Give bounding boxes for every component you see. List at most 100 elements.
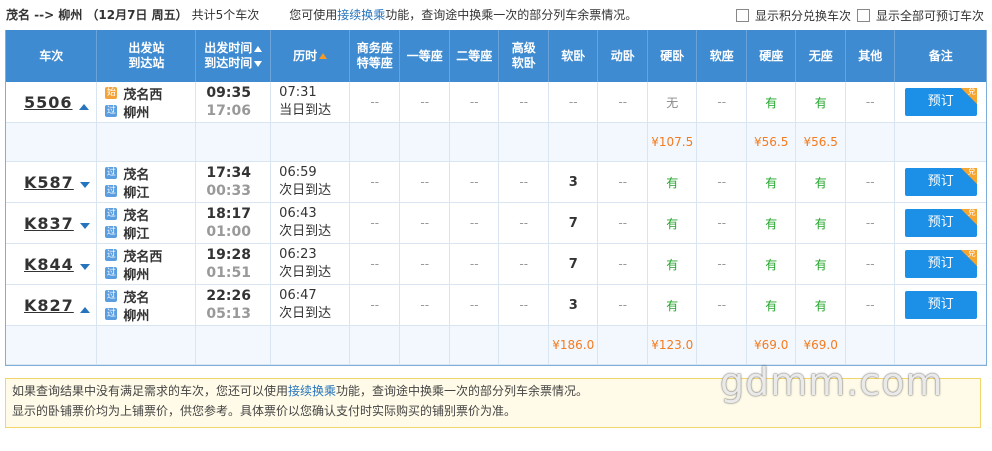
transfer-link[interactable]: 接续换乘 <box>337 8 385 22</box>
arrive-station: 柳州 <box>123 267 150 283</box>
col-second-class: 二等座 <box>449 30 500 82</box>
seat-availability: 3 <box>568 174 578 190</box>
train-number-link[interactable]: 5506 <box>24 93 73 112</box>
seat-soft-seat: -- <box>696 243 747 285</box>
seat-availability: -- <box>469 216 479 230</box>
seat-availability: 有 <box>666 216 679 231</box>
expand-stops-icon[interactable] <box>79 222 90 229</box>
checkbox-label: 显示全部可预订车次 <box>876 9 985 23</box>
col-soft-seat: 软座 <box>696 30 747 82</box>
seat-availability: -- <box>568 95 578 109</box>
seat-hard-seat: 有 <box>746 82 797 123</box>
price-business <box>349 122 401 162</box>
expand-stops-icon[interactable] <box>79 263 90 270</box>
book-button[interactable]: 预订 兑 <box>904 167 977 196</box>
price-adv-soft-sleeper <box>498 122 549 162</box>
times-cell: 22:26 05:13 <box>195 284 272 326</box>
seat-availability: -- <box>370 175 380 189</box>
seat-availability: -- <box>469 175 479 189</box>
seat-availability: -- <box>618 298 628 312</box>
seat-availability: -- <box>865 95 875 109</box>
seat-second: -- <box>449 161 500 203</box>
watermark: gdmm.com <box>720 360 944 404</box>
train-number-link[interactable]: K844 <box>24 255 74 274</box>
duration: 06:47 <box>279 288 317 303</box>
arrive-station: 柳江 <box>123 185 150 201</box>
seat-availability: 有 <box>814 216 827 231</box>
seat-availability: -- <box>370 298 380 312</box>
book-label: 预订 <box>927 297 954 312</box>
book-button[interactable]: 预订 兑 <box>904 87 977 116</box>
duration-cell: 06:43 次日到达 <box>270 202 350 244</box>
train-number-link[interactable]: K827 <box>24 296 74 315</box>
train-number-link[interactable]: K587 <box>24 173 74 192</box>
hint-text-pre: 您可使用 <box>289 7 338 22</box>
duration-cell: 06:23 次日到达 <box>270 243 350 285</box>
seat-soft-seat: -- <box>696 161 747 203</box>
notice-transfer-link[interactable]: 接续换乘 <box>288 384 336 398</box>
seat-business: -- <box>349 202 401 244</box>
station-type-icon: 过 <box>105 267 118 279</box>
sort-up-icon[interactable] <box>254 45 263 52</box>
seat-first: -- <box>399 243 450 285</box>
book-button[interactable]: 预订 兑 <box>904 208 977 237</box>
depart-time: 09:35 <box>206 85 251 101</box>
col-duration[interactable]: 历时 <box>270 30 350 82</box>
price-empty <box>894 122 986 162</box>
seat-first: -- <box>399 161 450 203</box>
station-type-icon: 过 <box>105 308 118 320</box>
depart-time: 18:17 <box>206 206 251 222</box>
seat-availability: 7 <box>568 256 578 272</box>
seat-availability: -- <box>865 257 875 271</box>
seat-first: -- <box>399 202 450 244</box>
seat-availability: 有 <box>814 95 827 110</box>
points-exchange-label: 兑 <box>967 249 976 258</box>
seat-dong-sleeper: -- <box>597 161 648 203</box>
seat-availability: 有 <box>666 257 679 272</box>
seat-hard-seat: 有 <box>746 161 797 203</box>
duration-cell: 07:31 当日到达 <box>270 82 350 123</box>
header-text: 历时 <box>293 48 318 63</box>
arrive-time: 01:00 <box>206 224 251 240</box>
col-times[interactable]: 出发时间 到达时间 <box>195 30 272 82</box>
arrive-day: 次日到达 <box>279 265 332 280</box>
seat-availability: 有 <box>765 257 778 272</box>
book-button[interactable]: 预订 兑 <box>904 249 977 278</box>
header-text: 到达站 <box>128 56 165 70</box>
header-text: 软卧 <box>511 56 536 70</box>
seat-availability: -- <box>865 216 875 230</box>
duration-cell: 06:59 次日到达 <box>270 161 350 203</box>
show-all-bookable-checkbox[interactable]: 显示全部可预订车次 <box>857 7 984 24</box>
price-dong-sleeper <box>597 325 648 365</box>
depart-station: 茂名 <box>123 208 150 224</box>
col-no-seat: 无座 <box>795 30 846 82</box>
seat-availability: -- <box>618 175 628 189</box>
sort-down-icon[interactable] <box>254 60 263 67</box>
seat-hard-seat: 有 <box>746 243 797 285</box>
seat-hard-sleeper: 无 <box>647 82 698 123</box>
expand-stops-icon[interactable] <box>78 103 89 110</box>
sort-active-icon[interactable] <box>319 53 328 59</box>
seat-availability: -- <box>618 216 628 230</box>
seat-second: -- <box>449 202 500 244</box>
price-empty <box>894 325 986 365</box>
seat-no-seat: 有 <box>795 82 846 123</box>
col-hard-sleeper: 硬卧 <box>647 30 698 82</box>
seat-adv-soft-sleeper: -- <box>498 243 549 285</box>
train-row: 5506 始茂名西 过柳州 09:35 17:06 07:31 当日到达 -- -- -- --… <box>6 82 986 123</box>
expand-stops-icon[interactable] <box>79 181 90 188</box>
seat-no-seat: 有 <box>795 243 846 285</box>
train-number-link[interactable]: K837 <box>24 214 74 233</box>
stations-cell: 过茂名 过柳州 <box>96 284 197 326</box>
col-remark: 备注 <box>894 30 986 82</box>
train-number-cell: K837 <box>6 202 98 244</box>
checkbox-box[interactable] <box>736 9 749 22</box>
checkbox-box[interactable] <box>857 9 870 22</box>
show-points-trains-checkbox[interactable]: 显示积分兑换车次 <box>736 7 851 24</box>
expand-stops-icon[interactable] <box>79 306 90 313</box>
price-empty <box>96 122 197 162</box>
header-text: 高级 <box>511 41 536 55</box>
book-button[interactable]: 预订 <box>904 291 977 319</box>
seat-hard-seat: 有 <box>746 202 797 244</box>
train-number-cell: K827 <box>6 284 98 326</box>
